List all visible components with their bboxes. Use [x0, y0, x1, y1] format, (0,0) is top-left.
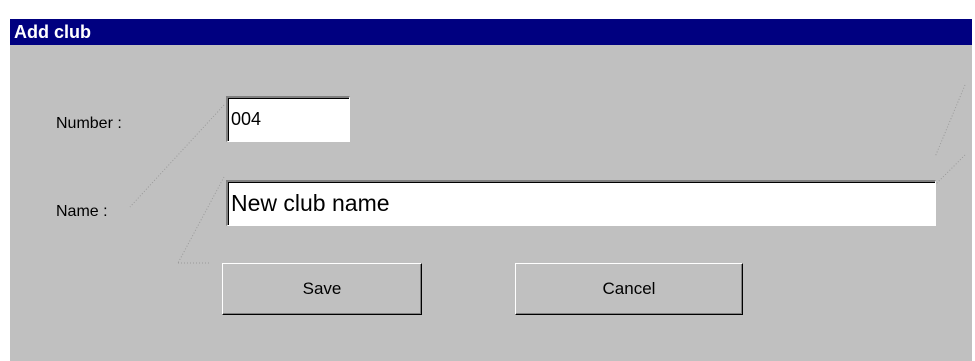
add-club-dialog: Add club Number : Name : Save Cancel — [8, 18, 972, 361]
number-label: Number : — [56, 115, 122, 132]
number-input[interactable] — [226, 96, 350, 142]
save-button[interactable]: Save — [222, 263, 422, 315]
name-label: Name : — [56, 203, 108, 220]
title-bar[interactable]: Add club — [10, 19, 972, 45]
name-input[interactable] — [226, 180, 936, 226]
dialog-title: Add club — [14, 22, 91, 42]
cancel-button[interactable]: Cancel — [515, 263, 743, 315]
